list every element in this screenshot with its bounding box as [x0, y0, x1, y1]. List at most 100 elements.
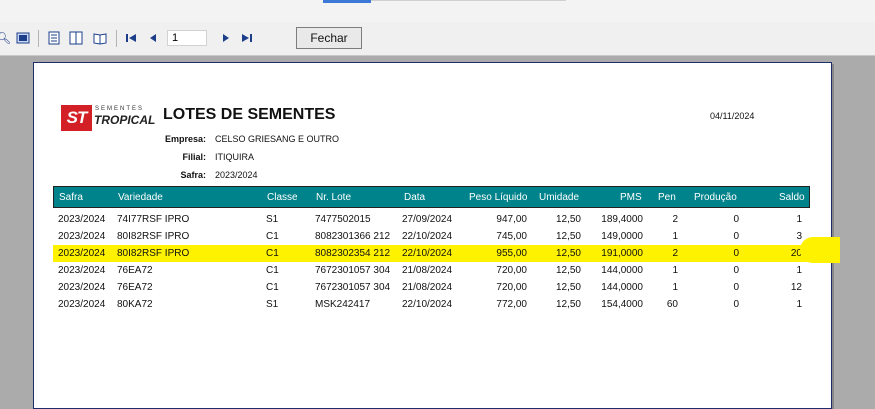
book-icon[interactable] — [93, 31, 107, 45]
cell-variedade: 74I77RSF IPRO — [117, 214, 190, 225]
cell-data: 21/08/2024 — [402, 282, 453, 293]
cell-classe: S1 — [266, 214, 279, 225]
multi-page-icon[interactable] — [69, 31, 83, 45]
cell-peso-liquido: 745,00 — [496, 231, 527, 242]
cell-peso-liquido: 720,00 — [496, 265, 527, 276]
cell-saldo: 1 — [796, 214, 802, 225]
toolbar-separator — [116, 30, 117, 47]
cell-umidade: 12,50 — [555, 214, 581, 225]
cell-pms: 144,0000 — [601, 282, 643, 293]
cell-nr-lote: 8082302354 212 — [315, 248, 391, 259]
fit-page-icon[interactable] — [16, 31, 30, 45]
cell-pen: 2 — [672, 248, 678, 259]
table-header: Safra Variedade Classe Nr. Lote Data Pes… — [53, 186, 810, 208]
cell-pen: 2 — [672, 214, 678, 225]
table-row[interactable]: 2023/2024 80KA72 S1 MSK242417 22/10/2024 772,… — [53, 296, 810, 313]
column-header-pen: Pen — [658, 192, 676, 203]
cell-data: 21/08/2024 — [402, 265, 453, 276]
column-header-classe: Classe — [267, 192, 298, 203]
cell-peso-liquido: 720,00 — [496, 282, 527, 293]
filial-label: Filial: — [182, 152, 206, 162]
cell-producao: 0 — [733, 231, 739, 242]
cell-producao: 0 — [733, 282, 739, 293]
cell-nr-lote: 8082301366 212 — [315, 231, 391, 242]
company-logo: ST — [61, 105, 92, 131]
report-page: ST SEMENTES TROPICAL LOTES DE SEMENTES 0… — [33, 62, 832, 409]
column-header-nr-lote: Nr. Lote — [316, 192, 352, 203]
next-page-icon[interactable] — [219, 31, 233, 45]
cell-saldo: 12 — [790, 282, 802, 293]
cell-umidade: 12,50 — [555, 299, 581, 310]
cell-umidade: 12,50 — [555, 231, 581, 242]
active-tab-indicator[interactable] — [323, 0, 371, 3]
cell-nr-lote: 7672301057 304 — [315, 282, 391, 293]
cell-safra: 2023/2024 — [58, 248, 106, 259]
column-header-producao: Produção — [694, 192, 737, 203]
cell-classe: C1 — [266, 248, 279, 259]
page-number-input[interactable] — [167, 30, 207, 46]
table-row[interactable]: 2023/2024 80I82RSF IPRO C1 8082301366 212 22… — [53, 228, 810, 245]
cell-classe: C1 — [266, 231, 279, 242]
report-toolbar: 🔍︎ Fechar — [0, 22, 875, 56]
cell-peso-liquido: 772,00 — [496, 299, 527, 310]
brand-subtitle: SEMENTES — [95, 106, 145, 112]
first-page-icon[interactable] — [124, 31, 138, 45]
column-header-data: Data — [404, 192, 426, 203]
column-header-pms: PMS — [620, 192, 642, 203]
toolbar-separator — [38, 30, 39, 47]
cell-saldo: 1 — [796, 265, 802, 276]
column-header-safra: Safra — [59, 192, 83, 203]
cell-data: 22/10/2024 — [402, 299, 453, 310]
empresa-value: CELSO GRIESANG E OUTRO — [215, 134, 340, 144]
cell-umidade: 12,50 — [555, 282, 581, 293]
tab-divider — [371, 0, 566, 1]
cell-classe: C1 — [266, 265, 279, 276]
cell-pms: 191,0000 — [601, 248, 643, 259]
table-row[interactable]: 2023/2024 76EA72 C1 7672301057 304 21/08/202… — [53, 279, 810, 296]
cell-umidade: 12,50 — [555, 265, 581, 276]
cell-variedade: 80I82RSF IPRO — [117, 248, 190, 259]
cell-variedade: 76EA72 — [117, 282, 153, 293]
table-row[interactable]: 2023/2024 74I77RSF IPRO S1 7477502015 27/09/… — [53, 211, 810, 228]
cell-producao: 0 — [733, 248, 739, 259]
cell-variedade: 76EA72 — [117, 265, 153, 276]
column-header-saldo: Saldo — [779, 192, 805, 203]
prev-page-icon[interactable] — [146, 31, 160, 45]
cell-variedade: 80KA72 — [117, 299, 153, 310]
cell-producao: 0 — [733, 214, 739, 225]
cell-peso-liquido: 947,00 — [496, 214, 527, 225]
cell-umidade: 12,50 — [555, 248, 581, 259]
cell-nr-lote: 7477502015 — [315, 214, 371, 225]
filial-value: ITIQUIRA — [215, 152, 255, 162]
close-button[interactable]: Fechar — [296, 27, 362, 49]
cell-pen: 60 — [666, 299, 678, 310]
column-header-variedade: Variedade — [118, 192, 163, 203]
cell-nr-lote: MSK242417 — [315, 299, 371, 310]
highlight-marker — [800, 237, 840, 263]
cell-pms: 189,4000 — [601, 214, 643, 225]
cell-producao: 0 — [733, 265, 739, 276]
column-header-umidade: Umidade — [539, 192, 580, 203]
last-page-icon[interactable] — [240, 31, 254, 45]
cell-producao: 0 — [733, 299, 739, 310]
brand-name: TROPICAL — [94, 113, 156, 127]
cell-pen: 1 — [672, 265, 678, 276]
cell-pen: 1 — [672, 282, 678, 293]
single-page-icon[interactable] — [47, 31, 61, 45]
cell-pms: 154,4000 — [601, 299, 643, 310]
cell-pms: 149,0000 — [601, 231, 643, 242]
table-row[interactable]: 2023/2024 80I82RSF IPRO C1 8082302354 212 22… — [53, 245, 829, 262]
table-row[interactable]: 2023/2024 76EA72 C1 7672301057 304 21/08/202… — [53, 262, 810, 279]
cell-variedade: 80I82RSF IPRO — [117, 231, 190, 242]
cell-pen: 1 — [672, 231, 678, 242]
safra-value: 2023/2024 — [215, 170, 258, 180]
cell-safra: 2023/2024 — [58, 265, 106, 276]
cell-classe: C1 — [266, 282, 279, 293]
cell-safra: 2023/2024 — [58, 299, 106, 310]
cell-data: 27/09/2024 — [402, 214, 453, 225]
zoom-icon[interactable]: 🔍︎ — [0, 31, 11, 45]
safra-label: Safra: — [180, 170, 206, 180]
cell-classe: S1 — [266, 299, 279, 310]
cell-safra: 2023/2024 — [58, 214, 106, 225]
cell-safra: 2023/2024 — [58, 282, 106, 293]
